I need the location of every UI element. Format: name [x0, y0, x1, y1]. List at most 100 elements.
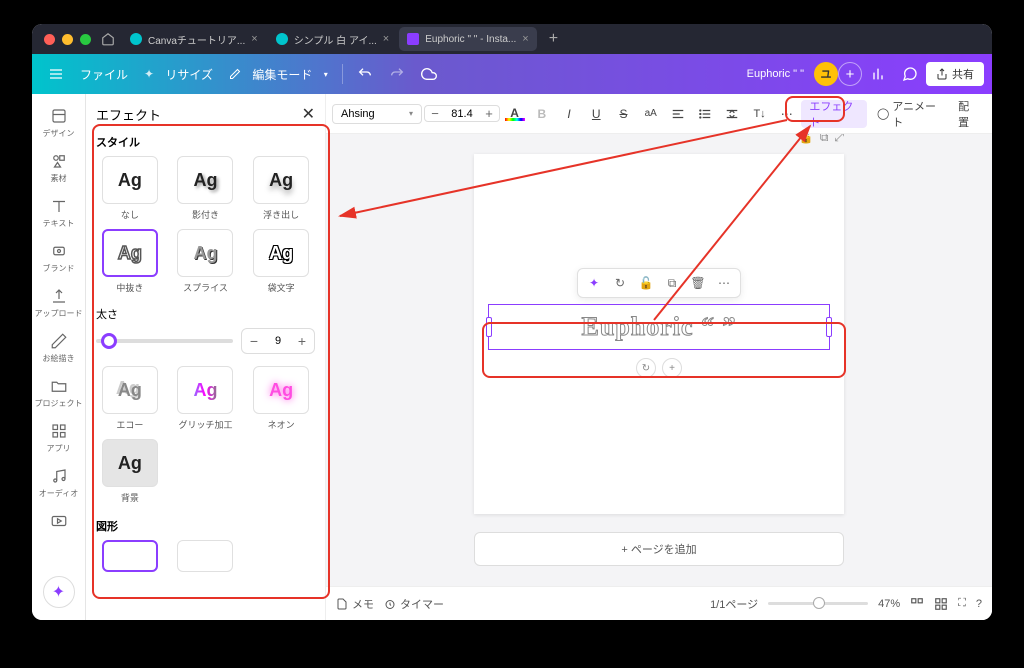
shape-option[interactable]: [102, 540, 158, 572]
share-button[interactable]: 共有: [926, 62, 984, 86]
delete-element-icon[interactable]: 🗑: [688, 273, 708, 293]
effect-glitch[interactable]: Ag: [177, 366, 233, 414]
nav-item-upload[interactable]: アップロード: [34, 280, 84, 325]
new-tab-button[interactable]: +: [539, 30, 568, 48]
resize-menu[interactable]: ✦ リサイズ: [136, 62, 221, 87]
add-collaborator-button[interactable]: +: [838, 62, 862, 86]
nav-item-video[interactable]: [34, 505, 84, 539]
browser-tab[interactable]: Euphoric " " - Insta...×: [399, 27, 536, 51]
canvas-page[interactable]: 🔓 ⧉ ⤢ ✦ ↻ 🔓 ⧉ 🗑 ⋯ Euphoric “ ”: [474, 154, 844, 514]
bold-button[interactable]: B: [529, 100, 554, 128]
vertical-text-button[interactable]: T↓: [747, 100, 772, 128]
effect-bg[interactable]: Ag: [102, 439, 158, 487]
stepper-plus[interactable]: +: [290, 329, 314, 353]
effect-splice[interactable]: Ag: [177, 229, 233, 277]
nav-item-projects[interactable]: プロジェクト: [34, 370, 84, 415]
duplicate-element-icon[interactable]: ⧉: [662, 273, 682, 293]
lock-element-icon[interactable]: 🔓: [636, 273, 656, 293]
list-button[interactable]: [693, 100, 718, 128]
menu-button[interactable]: [40, 62, 72, 86]
add-page-button[interactable]: + ページを追加: [474, 532, 844, 566]
close-panel-button[interactable]: ✕: [302, 104, 315, 124]
shape-section-label: 図形: [96, 518, 315, 534]
effect-shadow[interactable]: Ag: [177, 156, 233, 204]
magic-edit-icon[interactable]: ✦: [584, 273, 604, 293]
document-title[interactable]: Euphoric " ": [747, 68, 804, 80]
effect-hollow[interactable]: Ag: [253, 229, 309, 277]
nav-item-elements[interactable]: 素材: [34, 145, 84, 190]
shape-option[interactable]: [177, 540, 233, 572]
app-topbar: ファイル ✦ リサイズ 編集モード ▾ Euphoric " " ユ + 共有: [32, 54, 992, 94]
nav-item-draw[interactable]: お絵描き: [34, 325, 84, 370]
effect-neon[interactable]: Ag: [253, 366, 309, 414]
font-size-plus[interactable]: +: [479, 106, 499, 121]
timer-button[interactable]: タイマー: [384, 596, 444, 612]
stepper-minus[interactable]: −: [242, 329, 266, 353]
text-case-button[interactable]: aA: [638, 100, 663, 128]
nav-item-design[interactable]: デザイン: [34, 100, 84, 145]
cloud-sync-icon[interactable]: [413, 58, 445, 90]
close-tab-icon[interactable]: ×: [383, 33, 389, 45]
bottom-bar: メモ タイマー 1/1ページ 47% ⛶ ?: [326, 586, 992, 620]
panel-title: エフェクト: [96, 105, 161, 124]
edit-mode-menu[interactable]: 編集モード ▾: [221, 62, 336, 87]
effects-button[interactable]: エフェクト: [801, 100, 867, 128]
nav-item-audio[interactable]: オーディオ: [34, 460, 84, 505]
zoom-slider[interactable]: [768, 602, 868, 605]
grid-view-icon[interactable]: [910, 597, 924, 611]
help-icon[interactable]: ?: [976, 598, 982, 610]
effects-panel: エフェクト ✕ スタイル AgなしAg影付きAg浮き出しAg中抜きAgスプライス…: [86, 94, 326, 620]
lock-icon[interactable]: 🔓: [799, 134, 814, 145]
effect-outline[interactable]: Ag: [102, 229, 158, 277]
context-toolbar: Ahsing▾ − + A B I U S aA T↓ ⋯ エフェクト ◯アニメ…: [326, 94, 992, 134]
selected-text-element[interactable]: Euphoric “ ”: [488, 304, 830, 350]
underline-button[interactable]: U: [584, 100, 609, 128]
nav-item-brand[interactable]: ブランド: [34, 235, 84, 280]
close-tab-icon[interactable]: ×: [522, 33, 528, 45]
browser-tabbar: Canvaチュートリア...×シンプル 白 アイ...×Euphoric " "…: [32, 24, 992, 54]
add-below-icon[interactable]: +: [662, 358, 682, 378]
spacing-button[interactable]: [720, 100, 745, 128]
fullscreen-icon[interactable]: ⛶: [958, 597, 966, 610]
redo-button[interactable]: [381, 58, 413, 90]
position-button[interactable]: 配置: [950, 100, 986, 128]
nav-item-apps[interactable]: アプリ: [34, 415, 84, 460]
window-controls[interactable]: [44, 34, 91, 45]
zoom-level[interactable]: 47%: [878, 598, 900, 610]
duplicate-page-icon[interactable]: ⧉: [820, 134, 829, 145]
browser-tab[interactable]: シンプル 白 アイ...×: [268, 27, 398, 51]
thickness-slider[interactable]: [96, 339, 233, 343]
expand-page-icon[interactable]: ⤢: [834, 134, 844, 145]
italic-button[interactable]: I: [556, 100, 581, 128]
text-color-button[interactable]: A: [502, 100, 527, 128]
font-size-input[interactable]: [445, 108, 479, 120]
avatar[interactable]: ユ: [814, 62, 838, 86]
browser-tab[interactable]: Canvaチュートリア...×: [122, 27, 266, 51]
align-button[interactable]: [665, 100, 690, 128]
effect-lift[interactable]: Ag: [253, 156, 309, 204]
font-family-select[interactable]: Ahsing▾: [332, 104, 422, 124]
close-tab-icon[interactable]: ×: [251, 33, 257, 45]
undo-button[interactable]: [349, 58, 381, 90]
comment-icon[interactable]: [894, 58, 926, 90]
thickness-label: 太さ: [96, 306, 315, 322]
more-text-options[interactable]: ⋯: [774, 100, 799, 128]
element-float-toolbar: ✦ ↻ 🔓 ⧉ 🗑 ⋯: [577, 268, 741, 298]
notes-button[interactable]: メモ: [336, 596, 374, 612]
file-menu[interactable]: ファイル: [72, 62, 136, 87]
thumbnail-view-icon[interactable]: [934, 597, 948, 611]
strikethrough-button[interactable]: S: [611, 100, 636, 128]
sync-icon[interactable]: ↻: [636, 358, 656, 378]
font-size-minus[interactable]: −: [425, 106, 445, 121]
nav-item-text[interactable]: テキスト: [34, 190, 84, 235]
page-indicator: 1/1ページ: [710, 596, 758, 612]
effect-none[interactable]: Ag: [102, 156, 158, 204]
magic-button[interactable]: ✦: [43, 576, 75, 608]
analytics-icon[interactable]: [862, 58, 894, 90]
rotate-icon[interactable]: ↻: [610, 273, 630, 293]
thickness-stepper[interactable]: − 9 +: [241, 328, 315, 354]
animate-button[interactable]: ◯アニメート: [869, 100, 948, 128]
home-tab-icon[interactable]: [96, 27, 120, 51]
more-element-icon[interactable]: ⋯: [714, 273, 734, 293]
effect-echo[interactable]: Ag: [102, 366, 158, 414]
